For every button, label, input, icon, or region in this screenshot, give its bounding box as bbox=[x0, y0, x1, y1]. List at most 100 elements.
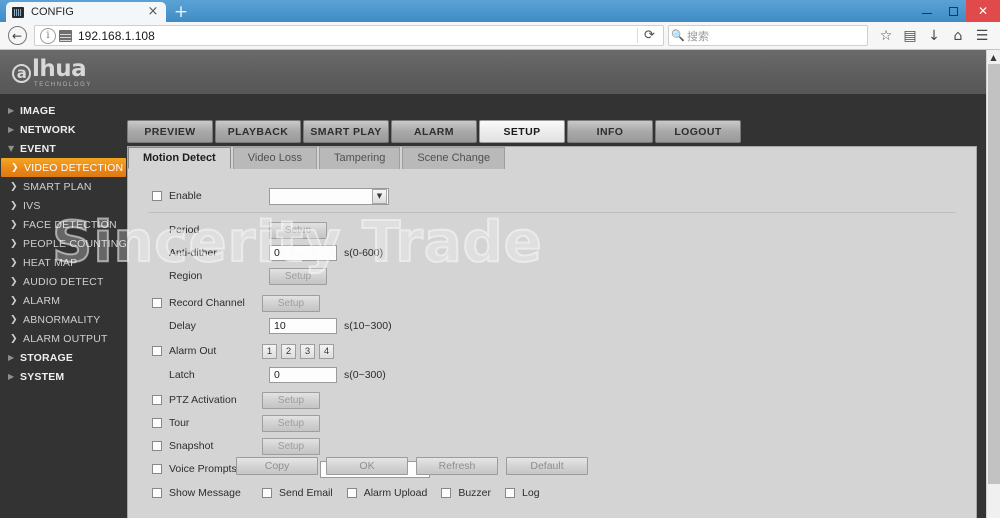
sidebar-item-network[interactable]: ▶ NETWORK bbox=[0, 120, 127, 139]
sidebar-item-event[interactable]: ▼ EVENT bbox=[0, 139, 127, 158]
scroll-up-icon[interactable]: ▲ bbox=[987, 50, 1000, 64]
menu-icon[interactable]: ☰ bbox=[970, 25, 994, 47]
enable-select[interactable]: ▼ bbox=[269, 187, 389, 205]
sidebar-item-audio-detect[interactable]: ❯ AUDIO DETECT bbox=[0, 272, 127, 291]
sidebar-item-label: VIDEO DETECTION bbox=[24, 161, 124, 174]
snapshot-checkbox[interactable] bbox=[152, 441, 162, 451]
sidebar-item-alarm[interactable]: ❯ ALARM bbox=[0, 291, 127, 310]
download-icon[interactable]: ↓ bbox=[922, 25, 946, 47]
ok-button[interactable]: OK bbox=[326, 457, 408, 475]
library-icon[interactable]: ▤ bbox=[898, 25, 922, 47]
sidebar-item-alarm-output[interactable]: ❯ ALARM OUTPUT bbox=[0, 329, 127, 348]
chevron-down-icon: ▼ bbox=[372, 188, 387, 204]
tab-scene-change[interactable]: Scene Change bbox=[402, 147, 506, 169]
caret-right-icon: ▶ bbox=[8, 106, 15, 115]
alarm-out-checkbox[interactable] bbox=[152, 346, 162, 356]
chevron-right-icon: ❯ bbox=[10, 238, 18, 249]
topnav-smart-play[interactable]: SMART PLAY bbox=[303, 120, 389, 143]
tour-setup-button[interactable]: Setup bbox=[262, 414, 320, 432]
logo-a-icon: a bbox=[12, 64, 31, 83]
sidebar-item-people-counting[interactable]: ❯ PEOPLE COUNTING bbox=[0, 234, 127, 253]
content-tab-bar: Motion Detect Video Loss Tampering Scene… bbox=[128, 147, 507, 169]
tab-video-loss[interactable]: Video Loss bbox=[232, 147, 317, 169]
alarm-out-channel-4[interactable]: 4 bbox=[319, 343, 334, 359]
topnav-playback[interactable]: PLAYBACK bbox=[215, 120, 301, 143]
copy-button[interactable]: Copy bbox=[236, 457, 318, 475]
log-checkbox[interactable] bbox=[505, 488, 516, 498]
enable-label: Enable bbox=[169, 190, 202, 202]
reload-icon[interactable]: ⟳ bbox=[637, 28, 661, 43]
home-icon[interactable]: ⌂ bbox=[946, 25, 970, 47]
alarm-upload-label: Alarm Upload bbox=[363, 487, 428, 499]
form-row-period: Period Setup bbox=[128, 220, 976, 240]
close-window-icon[interactable]: ✕ bbox=[966, 0, 1000, 22]
buzzer-checkbox[interactable] bbox=[441, 488, 452, 498]
caret-right-icon: ▶ bbox=[8, 372, 15, 381]
chevron-right-icon: ❯ bbox=[10, 200, 18, 211]
sidebar-item-face-detection[interactable]: ❯ FACE DETECTION bbox=[0, 215, 127, 234]
alarm-out-channel-2[interactable]: 2 bbox=[281, 343, 296, 359]
form-row-ptz-activation: PTZ Activation Setup bbox=[128, 390, 976, 410]
vertical-scrollbar[interactable]: ▲ bbox=[986, 50, 1000, 518]
info-icon[interactable]: i bbox=[40, 27, 56, 44]
period-label: Period bbox=[169, 224, 200, 236]
new-tab-button[interactable]: + bbox=[172, 3, 190, 21]
back-button[interactable]: ← bbox=[6, 25, 28, 47]
show-message-checkbox[interactable] bbox=[152, 488, 162, 498]
address-bar[interactable]: i 192.168.1.108 ⟳ bbox=[34, 25, 664, 46]
snapshot-setup-button[interactable]: Setup bbox=[262, 437, 320, 455]
alarm-upload-checkbox[interactable] bbox=[346, 488, 357, 498]
topnav-preview[interactable]: PREVIEW bbox=[127, 120, 213, 143]
voice-prompts-checkbox[interactable] bbox=[152, 464, 162, 474]
search-box[interactable]: 🔍 搜索 bbox=[668, 25, 868, 46]
alarm-out-channel-3[interactable]: 3 bbox=[300, 343, 315, 359]
sidebar-item-image[interactable]: ▶ IMAGE bbox=[0, 101, 127, 120]
latch-label: Latch bbox=[169, 369, 195, 381]
topnav-logout[interactable]: LOGOUT bbox=[655, 120, 741, 143]
topnav-setup[interactable]: SETUP bbox=[479, 120, 565, 143]
caret-right-icon: ▶ bbox=[8, 353, 15, 362]
record-channel-checkbox[interactable] bbox=[152, 298, 162, 308]
default-button[interactable]: Default bbox=[506, 457, 588, 475]
tab-motion-detect[interactable]: Motion Detect bbox=[128, 147, 231, 169]
sidebar-item-abnormality[interactable]: ❯ ABNORMALITY bbox=[0, 310, 127, 329]
form-row-anti-dither: Anti-dither 0 s(0-600) bbox=[128, 243, 976, 263]
bookmark-star-icon[interactable]: ☆ bbox=[874, 25, 898, 47]
record-channel-setup-button[interactable]: Setup bbox=[262, 294, 320, 312]
ptz-activation-checkbox[interactable] bbox=[152, 395, 162, 405]
browser-tab-config[interactable]: CONFIG × bbox=[6, 2, 166, 22]
region-setup-button[interactable]: Setup bbox=[269, 267, 327, 285]
sidebar-item-ivs[interactable]: ❯ IVS bbox=[0, 196, 127, 215]
topnav-info[interactable]: INFO bbox=[567, 120, 653, 143]
period-setup-button[interactable]: Setup bbox=[269, 221, 327, 239]
maximize-icon[interactable] bbox=[940, 0, 966, 22]
enable-checkbox[interactable] bbox=[152, 191, 162, 201]
send-email-checkbox[interactable] bbox=[262, 488, 272, 498]
tab-tampering[interactable]: Tampering bbox=[318, 147, 401, 169]
back-arrow-icon: ← bbox=[7, 26, 27, 45]
topnav-alarm[interactable]: ALARM bbox=[391, 120, 477, 143]
latch-input[interactable]: 0 bbox=[269, 367, 337, 383]
sidebar-item-heat-map[interactable]: ❯ HEAT MAP bbox=[0, 253, 127, 272]
refresh-button[interactable]: Refresh bbox=[416, 457, 498, 475]
sidebar-item-label: ALARM bbox=[23, 294, 61, 307]
ptz-activation-setup-button[interactable]: Setup bbox=[262, 391, 320, 409]
page-icon bbox=[59, 29, 72, 42]
scrollbar-thumb[interactable] bbox=[988, 64, 1000, 484]
anti-dither-input[interactable]: 0 bbox=[269, 245, 337, 261]
sidebar-item-system[interactable]: ▶ SYSTEM bbox=[0, 367, 127, 386]
search-icon: 🔍 bbox=[671, 29, 685, 42]
record-channel-label: Record Channel bbox=[169, 297, 245, 309]
form-row-record-channel: Record Channel Setup bbox=[128, 293, 976, 313]
tour-checkbox[interactable] bbox=[152, 418, 162, 428]
sidebar-item-video-detection[interactable]: ❯ VIDEO DETECTION bbox=[1, 158, 126, 177]
form-row-delay: Delay 10 s(10~300) bbox=[128, 316, 976, 336]
minimize-icon[interactable] bbox=[914, 0, 940, 22]
close-icon[interactable]: × bbox=[146, 5, 160, 19]
alarm-out-channel-1[interactable]: 1 bbox=[262, 343, 277, 359]
delay-input[interactable]: 10 bbox=[269, 318, 337, 334]
sidebar-item-smart-plan[interactable]: ❯ SMART PLAN bbox=[0, 177, 127, 196]
sidebar: ▶ IMAGE ▶ NETWORK ▼ EVENT ❯ VIDEO DETECT… bbox=[0, 94, 127, 518]
sidebar-item-storage[interactable]: ▶ STORAGE bbox=[0, 348, 127, 367]
chevron-right-icon: ❯ bbox=[10, 257, 18, 268]
